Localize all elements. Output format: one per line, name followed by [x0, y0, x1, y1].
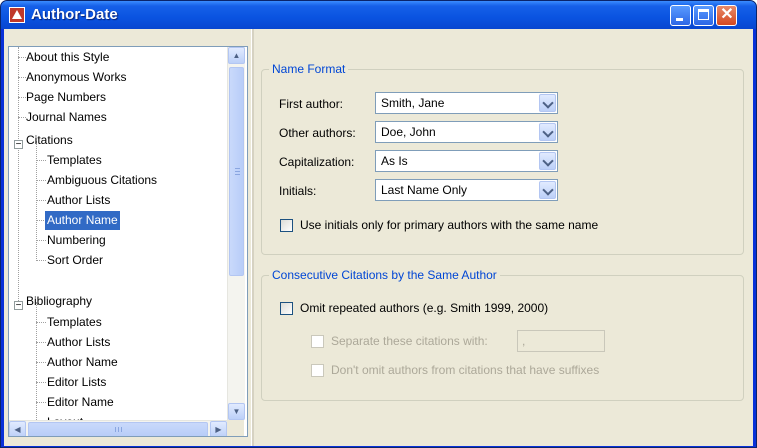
chevron-down-icon [542, 97, 554, 109]
maximize-button[interactable] [693, 5, 714, 26]
tree-connector [36, 160, 46, 161]
dropdown-button[interactable] [539, 94, 556, 112]
tree-item-editor-name[interactable]: Editor Name [47, 393, 114, 412]
tree-item-numbering[interactable]: Numbering [47, 231, 106, 250]
omit-repeated-checkbox[interactable] [280, 302, 293, 315]
tree-connector [18, 117, 26, 118]
collapse-icon[interactable]: − [14, 140, 23, 150]
chevron-left-icon: ◀ [14, 425, 21, 434]
tree-item-bibliography-author-lists[interactable]: Author Lists [47, 333, 110, 352]
separate-citations-checkbox[interactable] [311, 335, 324, 348]
capitalization-value: As Is [381, 154, 408, 168]
tree-item-bibliography-templates[interactable]: Templates [47, 313, 102, 332]
tree-connector [36, 322, 46, 323]
tree-connector [36, 382, 46, 383]
tree-connector [36, 362, 46, 363]
separator-input[interactable]: , [517, 330, 605, 352]
initials-label: Initials: [279, 184, 317, 198]
name-format-legend: Name Format [269, 62, 349, 76]
collapse-icon[interactable]: − [14, 301, 23, 311]
thumb-grip [118, 427, 119, 432]
chevron-right-icon: ▶ [215, 425, 222, 434]
chevron-down-icon [542, 155, 554, 167]
tree-connector [36, 200, 46, 201]
thumb-grip [115, 427, 116, 432]
tree-connector [36, 342, 46, 343]
first-author-value: Smith, Jane [381, 96, 445, 110]
tree-vertical-scrollbar[interactable]: ▲ ▼ [227, 47, 245, 420]
tree-item-citations-templates[interactable]: Templates [47, 151, 102, 170]
close-button[interactable]: ✕ [716, 5, 737, 26]
first-author-label: First author: [279, 97, 344, 111]
dont-omit-authors-checkbox[interactable] [311, 364, 324, 377]
maximize-icon [698, 9, 709, 20]
first-author-select[interactable]: Smith, Jane [375, 92, 558, 114]
dropdown-button[interactable] [539, 123, 556, 141]
tree-item-page-numbers[interactable]: Page Numbers [26, 88, 106, 107]
title-bar[interactable]: Author-Date ✕ [1, 1, 756, 29]
tree-item-journal-names[interactable]: Journal Names [26, 108, 107, 127]
minimize-button[interactable] [670, 5, 691, 26]
dropdown-button[interactable] [539, 181, 556, 199]
use-initials-label[interactable]: Use initials only for primary authors wi… [300, 218, 598, 232]
tree-horizontal-scrollbar[interactable]: ◀ ▶ [9, 420, 227, 436]
consecutive-citations-group: Consecutive Citations by the Same Author… [261, 268, 744, 401]
tree-item-sort-order[interactable]: Sort Order [47, 251, 103, 270]
tree-item-bibliography[interactable]: Bibliography [26, 292, 92, 311]
tree-item-editor-lists[interactable]: Editor Lists [47, 373, 106, 392]
scroll-right-button[interactable]: ▶ [210, 421, 227, 436]
thumb-grip [121, 427, 122, 432]
scroll-left-button[interactable]: ◀ [9, 421, 26, 436]
thumb-grip [235, 168, 240, 169]
horizontal-scroll-thumb[interactable] [28, 422, 208, 436]
tree-connector [36, 180, 46, 181]
tree-connector [18, 77, 26, 78]
tree-connector [18, 97, 26, 98]
chevron-down-icon [542, 184, 554, 196]
close-icon: ✕ [720, 6, 734, 23]
tree-connector [18, 57, 26, 58]
tree-item-citations-author-lists[interactable]: Author Lists [47, 191, 110, 210]
tree-item-anonymous-works[interactable]: Anonymous Works [26, 68, 126, 87]
consecutive-citations-legend: Consecutive Citations by the Same Author [269, 268, 500, 282]
omit-repeated-label[interactable]: Omit repeated authors (e.g. Smith 1999, … [300, 301, 548, 315]
thumb-grip [235, 171, 240, 172]
scroll-thumb[interactable] [229, 67, 244, 276]
name-format-group: Name Format First author: Smith, Jane Ot… [261, 62, 744, 255]
tree-connector [18, 47, 19, 307]
separate-citations-label: Separate these citations with: [331, 334, 488, 348]
initials-value: Last Name Only [381, 183, 468, 197]
document-app-icon[interactable] [9, 7, 25, 23]
capitalization-label: Capitalization: [279, 155, 355, 169]
tree-item-bibliography-author-name[interactable]: Author Name [47, 353, 118, 372]
other-authors-label: Other authors: [279, 126, 356, 140]
splitter[interactable] [251, 29, 254, 446]
style-tree: − − About this Style Anonymous Works Pag… [8, 46, 248, 437]
app-window: Author-Date ✕ − − About this Style Anony… [0, 0, 757, 448]
minimize-icon [676, 18, 683, 21]
tree-item-citations[interactable]: Citations [26, 131, 73, 150]
window-title: Author-Date [31, 6, 118, 23]
tree-item-about-this-style[interactable]: About this Style [26, 48, 109, 67]
use-initials-checkbox[interactable] [280, 219, 293, 232]
scrollbar-corner [227, 420, 244, 436]
thumb-grip [235, 174, 240, 175]
initials-select[interactable]: Last Name Only [375, 179, 558, 201]
tree-item-ambiguous-citations[interactable]: Ambiguous Citations [47, 171, 157, 190]
chevron-up-icon: ▲ [232, 51, 241, 60]
dropdown-button[interactable] [539, 152, 556, 170]
capitalization-select[interactable]: As Is [375, 150, 558, 172]
scroll-down-button[interactable]: ▼ [228, 403, 245, 420]
other-authors-select[interactable]: Doe, John [375, 121, 558, 143]
tree-connector [36, 260, 46, 261]
client-area: − − About this Style Anonymous Works Pag… [4, 29, 753, 446]
tree-connector [36, 402, 46, 403]
tree-connector [36, 240, 46, 241]
other-authors-value: Doe, John [381, 125, 436, 139]
chevron-down-icon: ▼ [232, 407, 241, 416]
chevron-down-icon [542, 126, 554, 138]
scroll-up-button[interactable]: ▲ [228, 47, 245, 64]
tree-item-citations-author-name[interactable]: Author Name [45, 211, 120, 230]
dont-omit-authors-label: Don't omit authors from citations that h… [331, 363, 600, 377]
